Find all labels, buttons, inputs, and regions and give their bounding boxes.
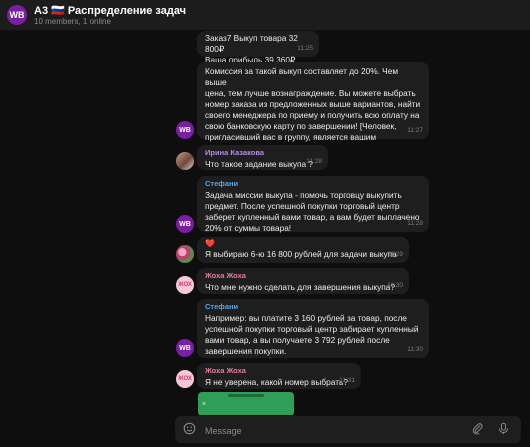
message-bubble[interactable]: Жоха Жоха Я не уверена, какой номер выбр… bbox=[197, 363, 361, 389]
sender-name[interactable]: Жоха Жоха bbox=[205, 365, 353, 376]
mic-icon[interactable] bbox=[497, 422, 510, 435]
sender-name[interactable]: Ирина Казакова bbox=[205, 147, 320, 158]
sender-name[interactable]: Стефани bbox=[205, 301, 421, 312]
message-bubble[interactable]: Жоха Жоха Что мне нужно сделать для заве… bbox=[197, 268, 409, 294]
message-line: Я выбираю 6-ю 16 800 рублей для задачи в… bbox=[205, 249, 397, 259]
message-time: 11:29 bbox=[387, 251, 403, 258]
preview-bar bbox=[228, 394, 264, 397]
group-avatar[interactable]: WB bbox=[7, 5, 27, 25]
message-list[interactable]: Заказ7 Выкуп товара 32 800₽ Ваша прибыль… bbox=[0, 31, 530, 415]
message-line: номер заказа из предложенных выше вариан… bbox=[205, 99, 421, 109]
sender-avatar[interactable]: WB bbox=[176, 339, 194, 357]
sender-avatar[interactable]: WB bbox=[176, 121, 194, 139]
message-line: своего менеджера по приему и получить вс… bbox=[205, 110, 420, 120]
message-time: 11:31 bbox=[339, 377, 355, 384]
sender-avatar[interactable] bbox=[176, 245, 194, 263]
message-line: завершения покупки. bbox=[205, 346, 287, 356]
heart-emoji: ❤️ bbox=[205, 239, 215, 248]
message-line: вами товар, а вы получаете 3 792 рублей … bbox=[205, 335, 390, 345]
sender-name[interactable]: Стефани bbox=[205, 178, 421, 189]
message-input[interactable] bbox=[203, 421, 457, 440]
message-line: 20% от суммы товара! bbox=[205, 223, 292, 233]
message-time: 11:28 bbox=[407, 220, 423, 227]
message-line: Например: вы платите 3 160 рублей за тов… bbox=[205, 313, 407, 323]
message-line: Что такое задание выкупа ? bbox=[205, 159, 314, 169]
message-line: цена, тем лучше вознаграждение. Вы может… bbox=[205, 88, 416, 98]
sender-name[interactable]: Жоха Жоха bbox=[205, 270, 401, 281]
sender-avatar[interactable]: ЖОХ bbox=[176, 276, 194, 294]
message-bubble[interactable]: ❤️ Я выбираю 6-ю 16 800 рублей для задач… bbox=[197, 237, 409, 263]
sender-avatar[interactable]: ЖОХ bbox=[176, 370, 194, 388]
message-bubble[interactable]: Комиссия за такой выкуп составляет до 20… bbox=[197, 62, 429, 153]
message-line: Заказ7 Выкуп товара 32 800₽ bbox=[205, 33, 298, 54]
sender-avatar[interactable] bbox=[176, 152, 194, 170]
message-line: предмет. После успешной покупки торговый… bbox=[205, 201, 400, 211]
message-time: 11:30 bbox=[407, 346, 423, 353]
message-bubble[interactable]: Ирина Казакова Что такое задание выкупа … bbox=[197, 145, 328, 170]
attach-icon[interactable] bbox=[471, 422, 484, 435]
group-title[interactable]: А3 🇷🇺 Распределение задач bbox=[34, 4, 186, 17]
message-line: Комиссия за такой выкуп составляет до 20… bbox=[205, 66, 399, 87]
emoji-icon[interactable] bbox=[183, 422, 196, 435]
message-line: Задача миссии выкупа - помочь торговцу в… bbox=[205, 190, 402, 200]
message-composer[interactable] bbox=[175, 416, 521, 443]
message-time: 11:30 bbox=[387, 282, 403, 289]
close-icon: × bbox=[202, 401, 207, 408]
message-line: пригласивший вас в группу, является ваши… bbox=[205, 132, 377, 142]
message-line: успешной покупки торговый центр забирает… bbox=[205, 324, 419, 334]
group-subtitle: 10 members, 1 online bbox=[34, 17, 111, 26]
image-attachment-preview[interactable]: × bbox=[198, 392, 294, 415]
message-time: 11:25 bbox=[297, 45, 313, 52]
message-line: свою банковскую карту по завершении! [Че… bbox=[205, 121, 397, 131]
message-time: 11:27 bbox=[407, 127, 423, 134]
message-time: 11:28 bbox=[306, 158, 322, 165]
message-line: заберет купленный вами товар, а вам буде… bbox=[205, 212, 420, 222]
message-bubble[interactable]: Стефани Задача миссии выкупа - помочь то… bbox=[197, 176, 429, 233]
message-bubble[interactable]: Стефани Например: вы платите 3 160 рубле… bbox=[197, 299, 429, 358]
message-line: Я не уверена, какой номер выбрать? bbox=[205, 377, 348, 387]
chat-header[interactable]: WB А3 🇷🇺 Распределение задач 10 members,… bbox=[0, 0, 530, 31]
sender-avatar[interactable]: WB bbox=[176, 215, 194, 233]
message-bubble[interactable]: Заказ7 Выкуп товара 32 800₽ Ваша прибыль… bbox=[197, 31, 319, 65]
message-line: Что мне нужно сделать для завершения вык… bbox=[205, 282, 395, 292]
